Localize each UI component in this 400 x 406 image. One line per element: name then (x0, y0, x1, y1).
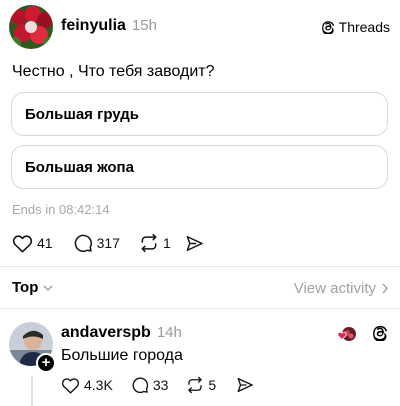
heart-icon (61, 377, 80, 394)
follow-plus-button[interactable]: + (36, 353, 56, 373)
reply-actions: 4.3K 33 5 (61, 376, 254, 394)
like-button[interactable]: 4.3K (61, 377, 113, 394)
share-icon (185, 234, 204, 253)
author-avatar[interactable] (9, 5, 53, 49)
poll-option-label: Большая жопа (25, 158, 134, 176)
plus-icon: + (41, 354, 51, 371)
sort-label: Top (12, 279, 39, 296)
like-count: 4.3K (84, 377, 113, 393)
repost-count: 1 (162, 235, 171, 251)
share-icon (236, 376, 254, 394)
divider (0, 266, 400, 267)
poll-option-2[interactable]: Большая жопа (11, 145, 388, 189)
repost-button[interactable]: 1 (139, 233, 171, 253)
comment-count: 33 (152, 377, 169, 393)
thread-line (31, 376, 33, 406)
threads-label: Threads (338, 19, 390, 35)
share-button[interactable] (185, 234, 204, 253)
reply-text: Большие города (61, 347, 183, 364)
poll-option-1[interactable]: Большая грудь (11, 92, 388, 136)
poll-ends: Ends in 08:42:14 (12, 202, 110, 217)
repost-button[interactable]: 5 (186, 376, 216, 394)
comment-icon (73, 233, 93, 253)
post-text: Честно , Что тебя заводит? (12, 63, 215, 80)
post-actions: 41 317 1 (12, 233, 204, 253)
reply-username[interactable]: andaverspb (61, 324, 151, 342)
like-button[interactable]: 41 (12, 234, 53, 253)
liked-by-author-icon (337, 325, 357, 343)
comment-count: 317 (96, 235, 120, 251)
threads-badge[interactable]: Threads (321, 19, 390, 35)
comment-button[interactable]: 317 (73, 233, 120, 253)
divider (0, 308, 400, 309)
author-username[interactable]: feinyulia (61, 17, 126, 35)
poll-option-label: Большая грудь (25, 105, 140, 123)
threads-logo-icon (321, 20, 335, 34)
view-activity-label: View activity (293, 280, 376, 297)
sort-dropdown[interactable]: Top (12, 279, 53, 296)
reply-time: 14h (156, 324, 182, 341)
heart-icon (12, 234, 33, 253)
chevron-right-icon (382, 283, 388, 294)
comment-icon (131, 376, 149, 394)
comment-button[interactable]: 33 (131, 376, 169, 394)
repost-count: 5 (208, 377, 217, 393)
chevron-down-icon (43, 285, 53, 291)
repost-icon (139, 233, 159, 253)
repost-icon (186, 376, 204, 394)
share-button[interactable] (236, 376, 254, 394)
like-count: 41 (37, 235, 53, 251)
post-time: 15h (131, 17, 157, 34)
threads-logo-icon[interactable] (373, 324, 388, 341)
view-activity-link[interactable]: View activity (294, 280, 388, 297)
